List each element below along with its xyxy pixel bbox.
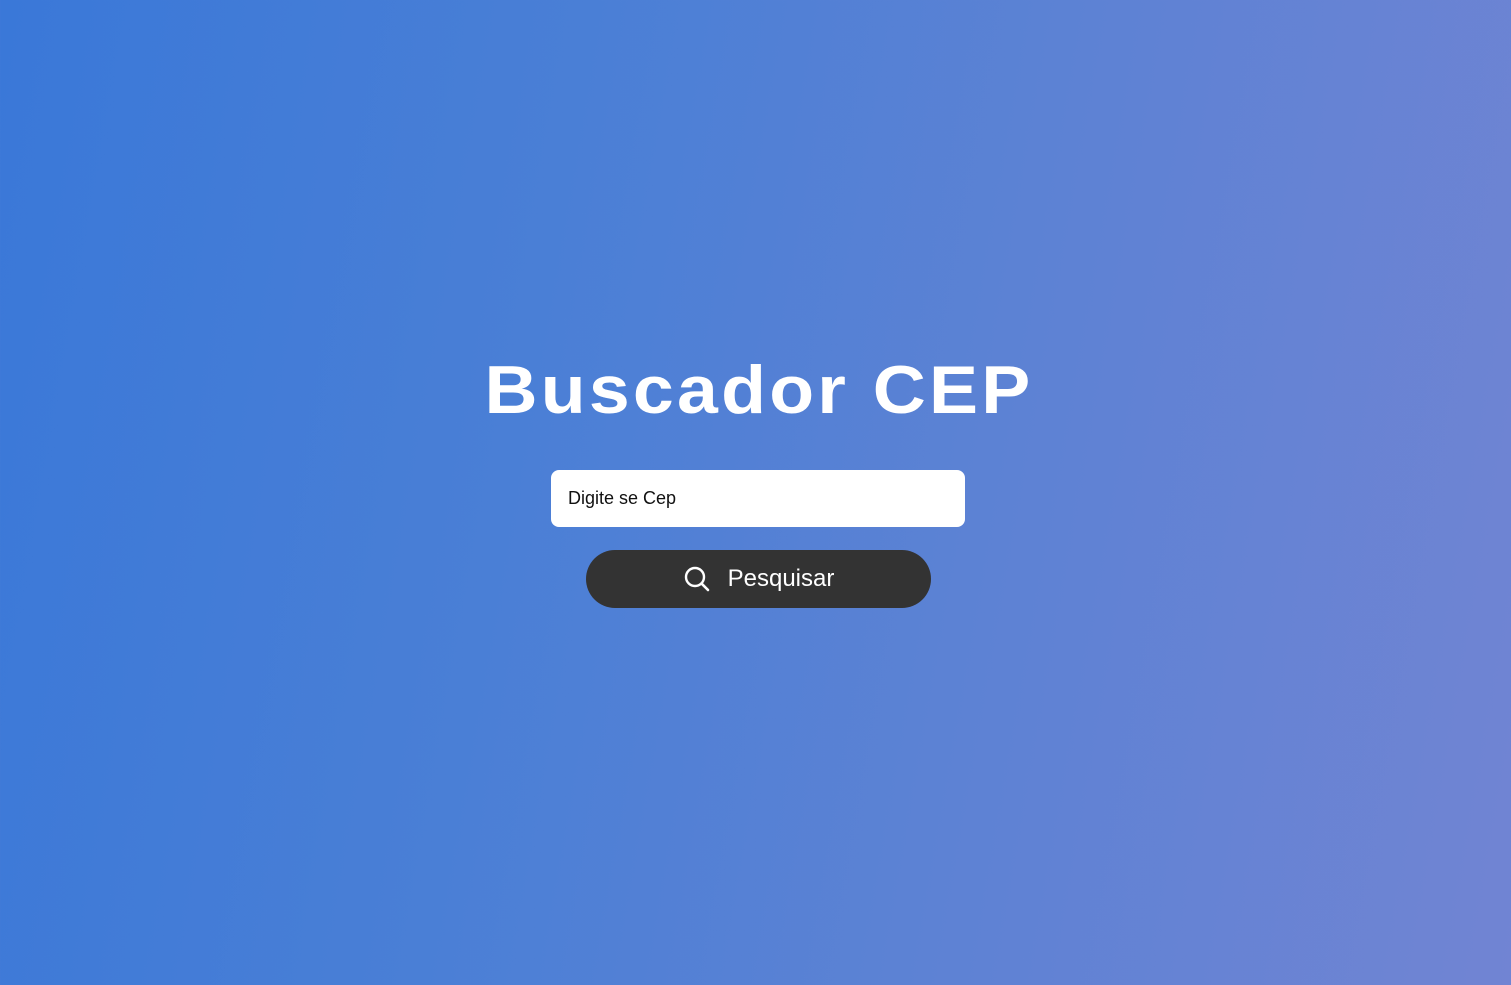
page-title: Buscador CEP: [484, 352, 1034, 428]
search-button[interactable]: Pesquisar: [586, 550, 931, 608]
cep-input[interactable]: [551, 470, 965, 527]
search-button-label: Pesquisar: [727, 565, 835, 592]
search-icon: [683, 565, 711, 593]
page-container: Buscador CEP Pesquisar: [0, 0, 1511, 985]
